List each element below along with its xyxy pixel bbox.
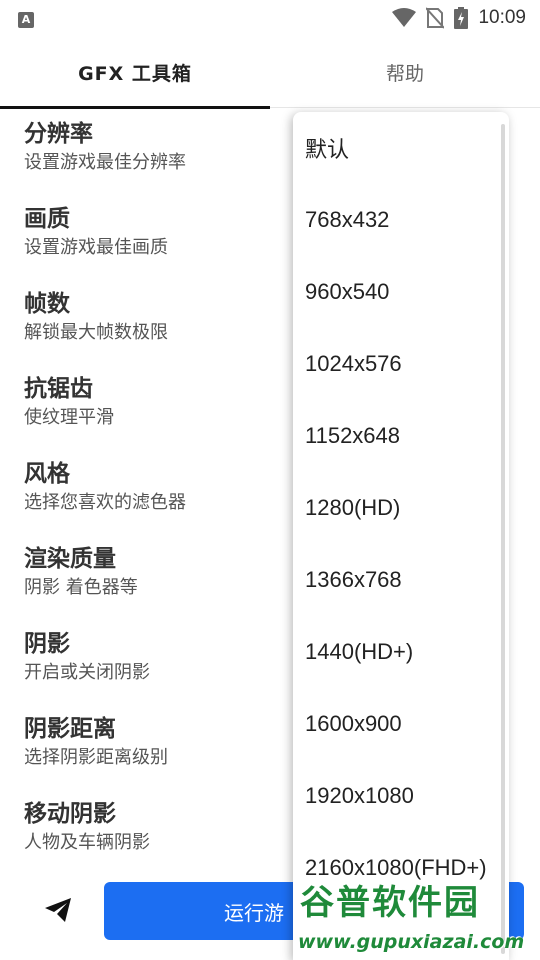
clock: 10:09 (478, 7, 526, 28)
send-button[interactable] (38, 890, 78, 930)
setting-title: 画质 (24, 206, 70, 232)
resolution-dropdown[interactable]: 默认 768x432 960x540 1024x576 1152x648 128… (293, 112, 509, 960)
tab-gfx-toolbox[interactable]: GFX 工具箱 (0, 36, 270, 109)
setting-title: 风格 (24, 461, 70, 487)
setting-subtitle: 阴影 着色器等 (24, 577, 138, 598)
setting-subtitle: 选择您喜欢的滤色器 (24, 492, 186, 513)
dropdown-option[interactable]: 768x432 (293, 184, 509, 256)
wifi-icon (392, 8, 417, 27)
screen: A 10:09 GFX 工具箱 帮助 分辨率 设置游戏最佳分辨率 画质 设置游戏… (0, 0, 540, 960)
send-icon (45, 898, 71, 922)
setting-subtitle: 使纹理平滑 (24, 407, 114, 428)
dropdown-option[interactable]: 960x540 (293, 256, 509, 328)
tab-help[interactable]: 帮助 (270, 36, 540, 108)
setting-subtitle: 设置游戏最佳分辨率 (24, 152, 186, 173)
setting-title: 阴影距离 (24, 716, 116, 742)
setting-subtitle: 解锁最大帧数极限 (24, 322, 168, 343)
setting-title: 阴影 (24, 631, 70, 657)
setting-subtitle: 人物及车辆阴影 (24, 832, 150, 853)
setting-subtitle: 选择阴影距离级别 (24, 747, 168, 768)
dropdown-option[interactable]: 1152x648 (293, 400, 509, 472)
battery-charging-icon (454, 7, 469, 29)
status-bar: A 10:09 (0, 0, 540, 36)
setting-title: 渲染质量 (24, 546, 116, 572)
dropdown-option[interactable]: 默认 (293, 112, 509, 184)
setting-title: 分辨率 (24, 121, 93, 147)
dropdown-option[interactable]: 1280(HD) (293, 472, 509, 544)
dropdown-option[interactable]: 1920x1080 (293, 760, 509, 832)
status-right: 10:09 (392, 7, 526, 29)
setting-subtitle: 开启或关闭阴影 (24, 662, 150, 683)
dropdown-option[interactable]: 2160x1080(FHD+) (293, 832, 509, 904)
dropdown-option[interactable]: 1024x576 (293, 328, 509, 400)
setting-title: 移动阴影 (24, 801, 116, 827)
dropdown-option[interactable]: 1366x768 (293, 544, 509, 616)
dropdown-scrollbar[interactable] (501, 124, 505, 954)
setting-title: 帧数 (24, 291, 70, 317)
dropdown-option[interactable]: 1600x900 (293, 688, 509, 760)
status-left: A (18, 8, 34, 28)
setting-title: 抗锯齿 (24, 376, 93, 402)
setting-subtitle: 设置游戏最佳画质 (24, 237, 168, 258)
no-sim-icon (426, 7, 445, 29)
tab-bar: GFX 工具箱 帮助 (0, 36, 540, 109)
notification-a-icon: A (18, 11, 34, 28)
dropdown-option[interactable]: 1440(HD+) (293, 616, 509, 688)
